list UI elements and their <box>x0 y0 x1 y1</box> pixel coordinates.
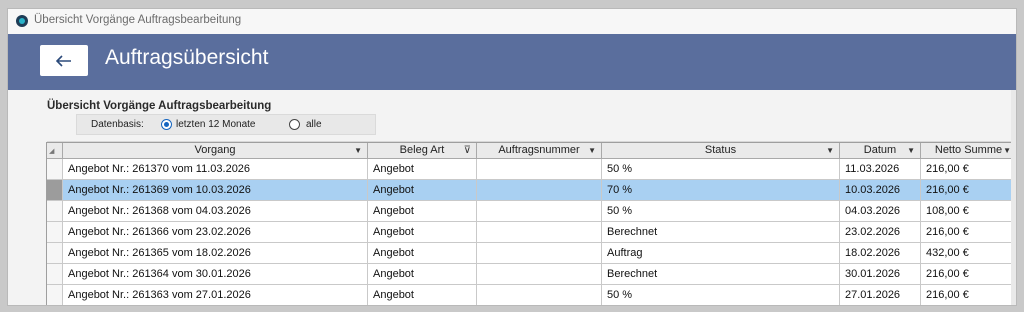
cell-vorgang[interactable]: Angebot Nr.: 261364 vom 30.01.2026 <box>63 264 368 284</box>
cell-status[interactable]: 70 % <box>602 180 840 200</box>
cell-auftragsnummer[interactable] <box>477 243 602 263</box>
grid-header: ◢ Vorgang ▼ Beleg Art ⊽ Auftragsnummer ▼ St… <box>47 143 1016 159</box>
table-row[interactable]: Angebot Nr.: 261363 vom 27.01.2026 Angebo… <box>47 285 1016 305</box>
page-header: Auftragsübersicht <box>8 34 1016 90</box>
cell-belegart[interactable]: Angebot <box>368 222 477 242</box>
column-label: Beleg Art <box>399 144 445 156</box>
cell-datum[interactable]: 10.03.2026 <box>840 180 921 200</box>
table-row[interactable]: Angebot Nr.: 261369 vom 10.03.2026 Angebo… <box>47 180 1016 201</box>
cell-status[interactable]: Auftrag <box>602 243 840 263</box>
column-label: Status <box>704 144 737 156</box>
table-row[interactable]: Angebot Nr.: 261365 vom 18.02.2026 Angebo… <box>47 243 1016 264</box>
grid-corner[interactable]: ◢ <box>47 143 63 158</box>
cell-netto[interactable]: 108,00 € <box>921 201 1016 221</box>
row-selector[interactable] <box>47 285 63 305</box>
cell-belegart[interactable]: Angebot <box>368 159 477 179</box>
row-selector[interactable] <box>47 201 63 221</box>
column-header-netto-summe[interactable]: Netto Summe ▼ <box>921 143 1016 158</box>
app-window: Übersicht Vorgänge Auftragsbearbeitung A… <box>7 8 1017 306</box>
row-selector[interactable] <box>47 264 63 284</box>
table-row[interactable]: Angebot Nr.: 261364 vom 30.01.2026 Angebo… <box>47 264 1016 285</box>
app-logo-icon <box>16 15 28 27</box>
cell-vorgang[interactable]: Angebot Nr.: 261369 vom 10.03.2026 <box>63 180 368 200</box>
column-header-status[interactable]: Status ▼ <box>602 143 840 158</box>
column-label: Netto Summe <box>934 144 1003 156</box>
cell-belegart[interactable]: Angebot <box>368 264 477 284</box>
filter-group: Datenbasis: letzten 12 Monate alle <box>76 114 376 135</box>
column-label: Datum <box>863 144 897 156</box>
cell-auftragsnummer[interactable] <box>477 264 602 284</box>
corner-triangle-icon: ◢ <box>49 148 55 155</box>
row-selector[interactable] <box>47 222 63 242</box>
cell-vorgang[interactable]: Angebot Nr.: 261370 vom 11.03.2026 <box>63 159 368 179</box>
cell-auftragsnummer[interactable] <box>477 201 602 221</box>
column-header-belegart[interactable]: Beleg Art ⊽ <box>368 143 477 158</box>
cell-netto[interactable]: 216,00 € <box>921 285 1016 305</box>
arrow-left-icon <box>56 54 71 67</box>
cell-auftragsnummer[interactable] <box>477 285 602 305</box>
cell-datum[interactable]: 30.01.2026 <box>840 264 921 284</box>
cell-netto[interactable]: 216,00 € <box>921 222 1016 242</box>
cell-belegart[interactable]: Angebot <box>368 243 477 263</box>
radio-label-last-12-months[interactable]: letzten 12 Monate <box>176 119 256 130</box>
dropdown-caret-icon[interactable]: ▼ <box>588 143 596 158</box>
cell-status[interactable]: Berechnet <box>602 264 840 284</box>
vertical-scrollbar[interactable] <box>1011 90 1016 305</box>
back-button[interactable] <box>40 45 88 76</box>
cell-netto[interactable]: 216,00 € <box>921 159 1016 179</box>
cell-status[interactable]: Berechnet <box>602 222 840 242</box>
row-selector[interactable] <box>47 159 63 179</box>
orders-grid[interactable]: ◢ Vorgang ▼ Beleg Art ⊽ Auftragsnummer ▼ St… <box>46 142 1016 305</box>
row-selector[interactable] <box>47 180 63 200</box>
cell-status[interactable]: 50 % <box>602 159 840 179</box>
section-title: Übersicht Vorgänge Auftragsbearbeitung <box>47 100 272 112</box>
radio-last-12-months[interactable] <box>161 119 172 130</box>
cell-netto[interactable]: 432,00 € <box>921 243 1016 263</box>
column-header-auftragsnummer[interactable]: Auftragsnummer ▼ <box>477 143 602 158</box>
dropdown-caret-icon[interactable]: ▼ <box>826 143 834 158</box>
cell-belegart[interactable]: Angebot <box>368 285 477 305</box>
table-row[interactable]: Angebot Nr.: 261366 vom 23.02.2026 Angebo… <box>47 222 1016 243</box>
cell-datum[interactable]: 23.02.2026 <box>840 222 921 242</box>
cell-auftragsnummer[interactable] <box>477 222 602 242</box>
cell-auftragsnummer[interactable] <box>477 159 602 179</box>
column-label: Vorgang <box>194 144 236 156</box>
cell-netto[interactable]: 216,00 € <box>921 264 1016 284</box>
cell-status[interactable]: 50 % <box>602 201 840 221</box>
dropdown-caret-icon[interactable]: ▼ <box>907 143 915 158</box>
cell-belegart[interactable]: Angebot <box>368 201 477 221</box>
radio-label-all[interactable]: alle <box>306 119 322 130</box>
row-selector[interactable] <box>47 243 63 263</box>
cell-datum[interactable]: 11.03.2026 <box>840 159 921 179</box>
cell-vorgang[interactable]: Angebot Nr.: 261368 vom 04.03.2026 <box>63 201 368 221</box>
main-content: Übersicht Vorgänge Auftragsbearbeitung D… <box>8 90 1016 305</box>
filter-label: Datenbasis: <box>91 119 144 130</box>
window-title: Übersicht Vorgänge Auftragsbearbeitung <box>34 14 242 26</box>
cell-vorgang[interactable]: Angebot Nr.: 261366 vom 23.02.2026 <box>63 222 368 242</box>
table-row[interactable]: Angebot Nr.: 261370 vom 11.03.2026 Angebo… <box>47 159 1016 180</box>
column-header-datum[interactable]: Datum ▼ <box>840 143 921 158</box>
radio-all[interactable] <box>289 119 300 130</box>
dropdown-caret-icon[interactable]: ▼ <box>1003 143 1011 158</box>
column-header-vorgang[interactable]: Vorgang ▼ <box>63 143 368 158</box>
cell-auftragsnummer[interactable] <box>477 180 602 200</box>
cell-datum[interactable]: 04.03.2026 <box>840 201 921 221</box>
cell-vorgang[interactable]: Angebot Nr.: 261363 vom 27.01.2026 <box>63 285 368 305</box>
cell-vorgang[interactable]: Angebot Nr.: 261365 vom 18.02.2026 <box>63 243 368 263</box>
filter-icon[interactable]: ⊽ <box>464 143 471 158</box>
dropdown-caret-icon[interactable]: ▼ <box>354 143 362 158</box>
cell-status[interactable]: 50 % <box>602 285 840 305</box>
column-label: Auftragsnummer <box>498 144 580 156</box>
cell-netto[interactable]: 216,00 € <box>921 180 1016 200</box>
page-title: Auftragsübersicht <box>105 46 269 69</box>
cell-datum[interactable]: 18.02.2026 <box>840 243 921 263</box>
cell-datum[interactable]: 27.01.2026 <box>840 285 921 305</box>
title-bar: Übersicht Vorgänge Auftragsbearbeitung <box>8 9 1016 34</box>
table-row[interactable]: Angebot Nr.: 261368 vom 04.03.2026 Angebo… <box>47 201 1016 222</box>
cell-belegart[interactable]: Angebot <box>368 180 477 200</box>
